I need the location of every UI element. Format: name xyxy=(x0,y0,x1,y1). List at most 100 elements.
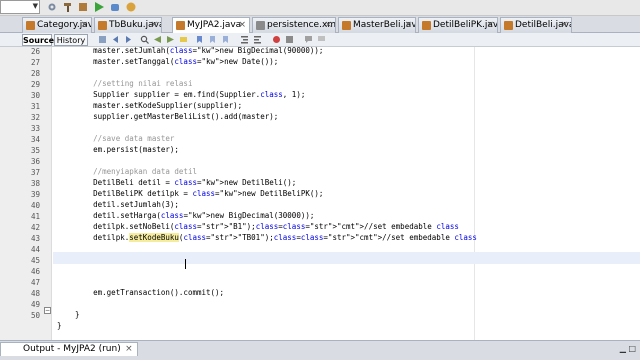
line-number: 37 xyxy=(30,168,40,177)
line-number: 38 xyxy=(30,179,40,188)
java-file-icon xyxy=(342,21,351,30)
panel-controls: ▁ □ xyxy=(620,344,636,353)
output-tab[interactable]: Output - MyJPA2 (run) × xyxy=(0,342,138,356)
chevron-down-icon[interactable]: ▼ xyxy=(33,2,38,10)
search-icon[interactable] xyxy=(140,35,149,44)
code-line: detil.setHarga(class="kw">new BigDecimal… xyxy=(57,211,315,220)
find-previous-icon[interactable] xyxy=(153,35,162,44)
bookmark-icon[interactable] xyxy=(195,35,204,44)
run-icon[interactable] xyxy=(93,1,105,13)
tab-persistence-xml[interactable]: persistence.xml × xyxy=(252,17,336,33)
tab-masterbeli-java[interactable]: MasterBeli.java × xyxy=(338,17,416,33)
line-number: 47 xyxy=(30,278,40,287)
shift-left-icon[interactable] xyxy=(240,35,249,44)
code-line: Supplier supplier = em.find(Supplier.cla… xyxy=(57,90,306,99)
debug-icon[interactable] xyxy=(109,1,121,13)
java-file-icon xyxy=(504,21,513,30)
close-icon[interactable]: × xyxy=(324,18,332,32)
line-number: 42 xyxy=(30,223,40,232)
line-number: 41 xyxy=(30,212,40,221)
uncomment-icon[interactable] xyxy=(317,35,326,44)
line-number: 29 xyxy=(30,80,40,89)
line-number: 40 xyxy=(30,201,40,210)
gear-icon[interactable] xyxy=(46,1,58,13)
fold-toggle-icon[interactable]: − xyxy=(44,307,51,314)
code-comment: //menyiapkan data detil xyxy=(57,167,197,176)
tab-tbbuku-java[interactable]: TbBuku.java × xyxy=(94,17,162,33)
code-line: detilpk.setKodeBuku(class="str">"TB01");… xyxy=(57,233,477,242)
main-toolbar: ▼ xyxy=(0,0,640,16)
code-line: } xyxy=(57,321,62,330)
back-icon[interactable] xyxy=(111,35,120,44)
line-number: 26 xyxy=(30,47,40,56)
code-line: master.setKodeSupplier(supplier); xyxy=(57,101,243,110)
line-number: 43 xyxy=(30,234,40,243)
tab-category-java[interactable]: Category.java × xyxy=(22,17,92,33)
line-number: 28 xyxy=(30,69,40,78)
profile-icon[interactable] xyxy=(125,1,137,13)
macro-record-icon[interactable] xyxy=(272,35,281,44)
current-line-highlight xyxy=(53,252,640,264)
close-icon[interactable]: × xyxy=(486,18,494,32)
editor-tab-bar: Category.java × TbBuku.java × MyJPA2.jav… xyxy=(0,16,640,34)
code-editor[interactable]: 26 27 28 29 30 31 32 33 34 35 36 37 38 3… xyxy=(0,47,640,340)
close-icon[interactable]: × xyxy=(238,18,246,32)
code-line: master.setJumlah(class="kw">new BigDecim… xyxy=(57,47,324,55)
line-number-gutter: 26 27 28 29 30 31 32 33 34 35 36 37 38 3… xyxy=(0,47,52,340)
line-number: 36 xyxy=(30,157,40,166)
close-icon[interactable]: × xyxy=(404,18,412,32)
line-number: 34 xyxy=(30,135,40,144)
code-line: em.persist(master); xyxy=(57,145,179,154)
code-line: detilpk.setNoBeli(class="str">"B1");clas… xyxy=(57,222,459,231)
minimize-icon[interactable]: ▁ xyxy=(620,344,626,353)
code-line: } xyxy=(57,310,80,319)
code-comment: //save data master xyxy=(57,134,175,143)
line-number: 27 xyxy=(30,58,40,67)
line-number: 45 xyxy=(30,256,40,265)
line-number: 33 xyxy=(30,124,40,133)
line-number: 49 xyxy=(30,300,40,309)
stop-icon[interactable] xyxy=(285,35,294,44)
clean-build-icon[interactable] xyxy=(77,1,89,13)
source-button[interactable]: Source xyxy=(22,34,54,46)
forward-icon[interactable] xyxy=(124,35,133,44)
close-icon[interactable]: × xyxy=(560,18,568,32)
next-bookmark-icon[interactable] xyxy=(221,35,230,44)
find-next-icon[interactable] xyxy=(166,35,175,44)
right-margin-guide xyxy=(474,47,475,340)
code-line: DetilBeliPK detilpk = class="kw">new Det… xyxy=(57,189,324,198)
previous-bookmark-icon[interactable] xyxy=(208,35,217,44)
code-line: DetilBeli detil = class="kw">new DetilBe… xyxy=(57,178,297,187)
line-number: 31 xyxy=(30,102,40,111)
tab-myjpa2-java[interactable]: MyJPA2.java × xyxy=(172,17,250,34)
code-line: supplier.getMasterBeliList().add(master)… xyxy=(57,112,279,121)
maximize-icon[interactable]: □ xyxy=(628,344,636,353)
close-icon[interactable]: × xyxy=(80,18,88,32)
line-number: 50 xyxy=(30,311,40,320)
hammer-icon[interactable] xyxy=(62,1,74,13)
tab-detilbeli-java[interactable]: DetilBeli.java × xyxy=(500,17,572,33)
comment-icon[interactable] xyxy=(304,35,313,44)
tab-detilbelipk-java[interactable]: DetilBeliPK.java × xyxy=(418,17,498,33)
xml-file-icon xyxy=(256,21,265,30)
java-file-icon xyxy=(26,21,35,30)
output-panel-bar: Output - MyJPA2 (run) × ▁ □ xyxy=(0,340,640,360)
toggle-highlight-icon[interactable] xyxy=(179,35,188,44)
line-number: 35 xyxy=(30,146,40,155)
java-file-icon xyxy=(422,21,431,30)
close-icon[interactable]: × xyxy=(125,343,133,356)
code-line: master.setTanggal(class="kw">new Date())… xyxy=(57,57,279,66)
line-number: 48 xyxy=(30,289,40,298)
last-edit-icon[interactable] xyxy=(98,35,107,44)
close-icon[interactable]: × xyxy=(150,18,158,32)
line-number: 32 xyxy=(30,113,40,122)
editor-toolbar: Source History xyxy=(0,33,640,47)
code-line: em.getTransaction().commit(); xyxy=(57,288,225,297)
history-button[interactable]: History xyxy=(54,34,88,46)
code-line: detil.setJumlah(3); xyxy=(57,200,179,209)
text-cursor xyxy=(185,259,186,269)
shift-right-icon[interactable] xyxy=(253,35,262,44)
line-number: 46 xyxy=(30,267,40,276)
configuration-combo[interactable]: ▼ xyxy=(0,0,40,14)
line-number: 30 xyxy=(30,91,40,100)
